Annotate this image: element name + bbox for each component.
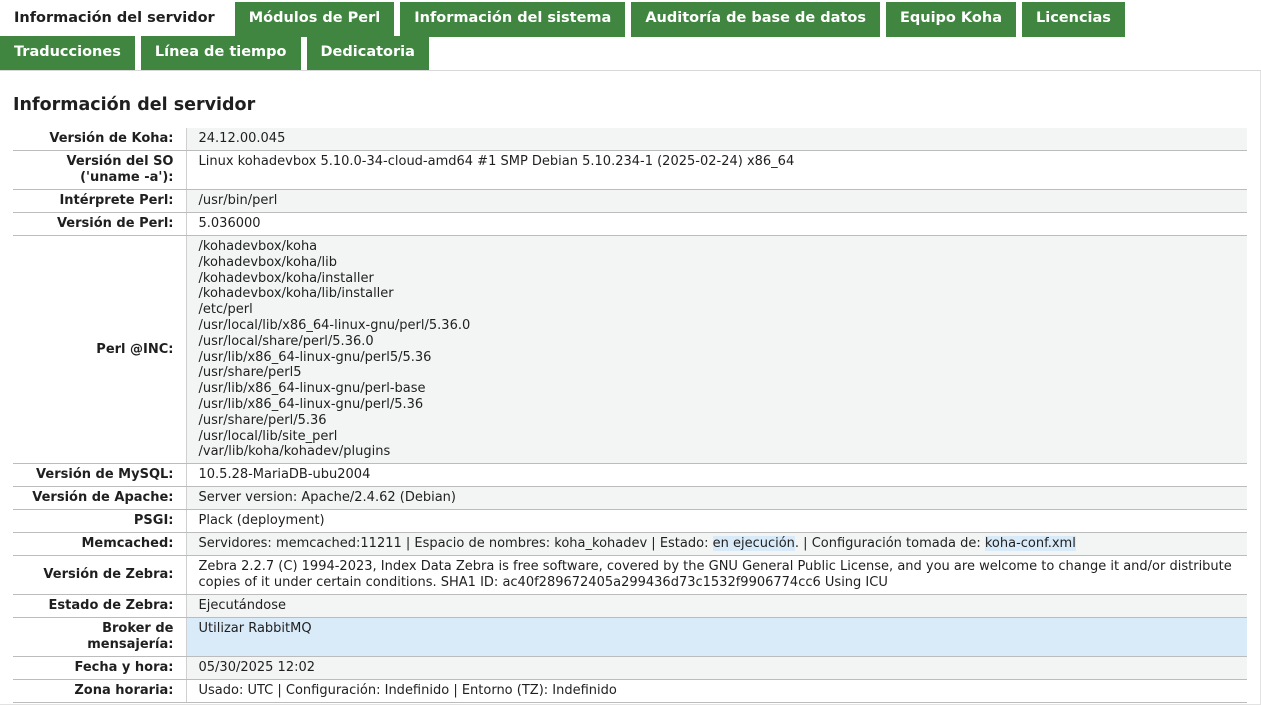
row-koha-version: Versión de Koha: 24.12.00.045 bbox=[13, 128, 1247, 151]
value-memcached: Servidores: memcached:11211 | Espacio de… bbox=[186, 532, 1247, 557]
perl-inc-path: /usr/lib/x86_64-linux-gnu/perl-base bbox=[198, 381, 426, 397]
value-timezone: Usado: UTC | Configuración: Indefinido |… bbox=[186, 679, 1247, 704]
tab-database-audit[interactable]: Auditoría de base de datos bbox=[631, 2, 880, 37]
label-psgi: PSGI: bbox=[13, 509, 187, 534]
row-zebra-status: Estado de Zebra: Ejecutándose bbox=[13, 594, 1247, 619]
memcached-config-text: . | Configuración tomada de: bbox=[794, 536, 985, 552]
row-apache-version: Versión de Apache: Server version: Apach… bbox=[13, 486, 1247, 511]
value-perl-inc: /kohadevbox/koha /kohadevbox/koha/lib /k… bbox=[186, 235, 1247, 465]
tab-koha-team[interactable]: Equipo Koha bbox=[885, 2, 1016, 37]
label-message-broker: Broker de mensajería: bbox=[13, 617, 187, 658]
label-perl-version: Versión de Perl: bbox=[13, 212, 187, 236]
perl-inc-path: /usr/lib/x86_64-linux-gnu/perl/5.36 bbox=[198, 396, 424, 412]
label-apache-version: Versión de Apache: bbox=[13, 486, 187, 511]
about-tabs: Información del servidor Módulos de Perl… bbox=[0, 0, 1261, 71]
label-os-version-line2: ('uname -a'): bbox=[80, 170, 174, 185]
row-perl-inc: Perl @INC: /kohadevbox/koha /kohadevbox/… bbox=[13, 235, 1247, 465]
tab-timeline[interactable]: Línea de tiempo bbox=[140, 36, 301, 71]
label-message-broker-line1: Broker de bbox=[102, 621, 174, 637]
memcached-status: en ejecución bbox=[712, 536, 795, 552]
zebra-version-line2: copies of it under certain conditions. S… bbox=[198, 575, 888, 591]
tab-licenses[interactable]: Licencias bbox=[1022, 2, 1125, 37]
value-perl-interpreter: /usr/bin/perl bbox=[186, 189, 1247, 213]
value-zebra-version: Zebra 2.2.7 (C) 1994-2023, Index Data Ze… bbox=[186, 555, 1247, 596]
label-koha-version: Versión de Koha: bbox=[13, 128, 187, 151]
perl-inc-path: /usr/local/lib/site_perl bbox=[198, 428, 338, 444]
value-psgi: Plack (deployment) bbox=[186, 509, 1247, 534]
label-os-version-line1: Versión del SO bbox=[66, 154, 174, 169]
tab-system-info[interactable]: Información del sistema bbox=[400, 2, 626, 37]
server-info-table: Versión de Koha: 24.12.00.045 Versión de… bbox=[13, 128, 1247, 704]
row-os-version: Versión del SO ('uname -a'): Linux kohade… bbox=[13, 150, 1247, 190]
page-title: Información del servidor bbox=[13, 95, 256, 115]
memcached-servers-text: Servidores: memcached:11211 | Espacio de… bbox=[198, 536, 713, 552]
perl-inc-path: /usr/local/lib/x86_64-linux-gnu/perl/5.3… bbox=[198, 317, 471, 333]
row-timezone: Zona horaria: Usado: UTC | Configuración… bbox=[13, 679, 1247, 704]
perl-inc-path: /etc/perl bbox=[198, 302, 253, 318]
perl-inc-path: /usr/lib/x86_64-linux-gnu/perl5/5.36 bbox=[198, 349, 432, 365]
value-os-version: Linux kohadevbox 5.10.0-34-cloud-amd64 #… bbox=[186, 150, 1247, 190]
label-perl-inc: Perl @INC: bbox=[13, 235, 187, 465]
tab-translations[interactable]: Traducciones bbox=[0, 36, 135, 71]
value-perl-version: 5.036000 bbox=[186, 212, 1247, 236]
label-perl-interpreter: Intérprete Perl: bbox=[13, 189, 187, 213]
value-mysql-version: 10.5.28-MariaDB-ubu2004 bbox=[186, 463, 1247, 488]
value-date-time: 05/30/2025 12:02 bbox=[186, 656, 1247, 681]
label-zebra-version: Versión de Zebra: bbox=[13, 555, 187, 596]
perl-inc-path: /kohadevbox/koha/lib bbox=[198, 254, 338, 270]
row-date-time: Fecha y hora: 05/30/2025 12:02 bbox=[13, 656, 1247, 681]
tabs-row-1: Información del servidor Módulos de Perl… bbox=[0, 2, 1131, 37]
row-perl-interpreter: Intérprete Perl: /usr/bin/perl bbox=[13, 189, 1247, 213]
value-zebra-status: Ejecutándose bbox=[186, 594, 1247, 619]
label-os-version: Versión del SO ('uname -a'): bbox=[13, 150, 187, 190]
tab-server-info[interactable]: Información del servidor bbox=[0, 2, 229, 37]
value-message-broker: Utilizar RabbitMQ bbox=[186, 617, 1247, 658]
tab-dedication[interactable]: Dedicatoria bbox=[306, 36, 429, 71]
row-memcached: Memcached: Servidores: memcached:11211 |… bbox=[13, 532, 1247, 557]
perl-inc-path: /var/lib/koha/kohadev/plugins bbox=[198, 444, 391, 460]
row-zebra-version: Versión de Zebra: Zebra 2.2.7 (C) 1994-2… bbox=[13, 555, 1247, 596]
label-mysql-version: Versión de MySQL: bbox=[13, 463, 187, 488]
label-memcached: Memcached: bbox=[13, 532, 187, 557]
zebra-version-line1: Zebra 2.2.7 (C) 1994-2023, Index Data Ze… bbox=[198, 559, 1232, 575]
tabs-row-2: Traducciones Línea de tiempo Dedicatoria bbox=[0, 36, 435, 71]
perl-inc-path: /usr/share/perl/5.36 bbox=[198, 412, 327, 428]
memcached-config-source: koha-conf.xml bbox=[984, 536, 1076, 552]
label-zebra-status: Estado de Zebra: bbox=[13, 594, 187, 619]
label-message-broker-line2: mensajería: bbox=[87, 637, 174, 653]
value-koha-version: 24.12.00.045 bbox=[186, 128, 1247, 151]
perl-inc-path: /kohadevbox/koha/lib/installer bbox=[198, 286, 394, 302]
tab-perl-modules[interactable]: Módulos de Perl bbox=[234, 2, 395, 37]
label-timezone: Zona horaria: bbox=[13, 679, 187, 704]
server-info-panel: Información del servidor Versión de Koha… bbox=[0, 71, 1261, 705]
perl-inc-path: /kohadevbox/koha bbox=[198, 239, 318, 254]
perl-inc-path: /usr/share/perl5 bbox=[198, 365, 302, 381]
row-psgi: PSGI: Plack (deployment) bbox=[13, 509, 1247, 534]
label-date-time: Fecha y hora: bbox=[13, 656, 187, 681]
perl-inc-path: /usr/local/share/perl/5.36.0 bbox=[198, 333, 374, 349]
row-perl-version: Versión de Perl: 5.036000 bbox=[13, 212, 1247, 236]
row-message-broker: Broker de mensajería: Utilizar RabbitMQ bbox=[13, 617, 1247, 658]
value-apache-version: Server version: Apache/2.4.62 (Debian) bbox=[186, 486, 1247, 511]
row-mysql-version: Versión de MySQL: 10.5.28-MariaDB-ubu200… bbox=[13, 463, 1247, 488]
perl-inc-path: /kohadevbox/koha/installer bbox=[198, 270, 374, 286]
